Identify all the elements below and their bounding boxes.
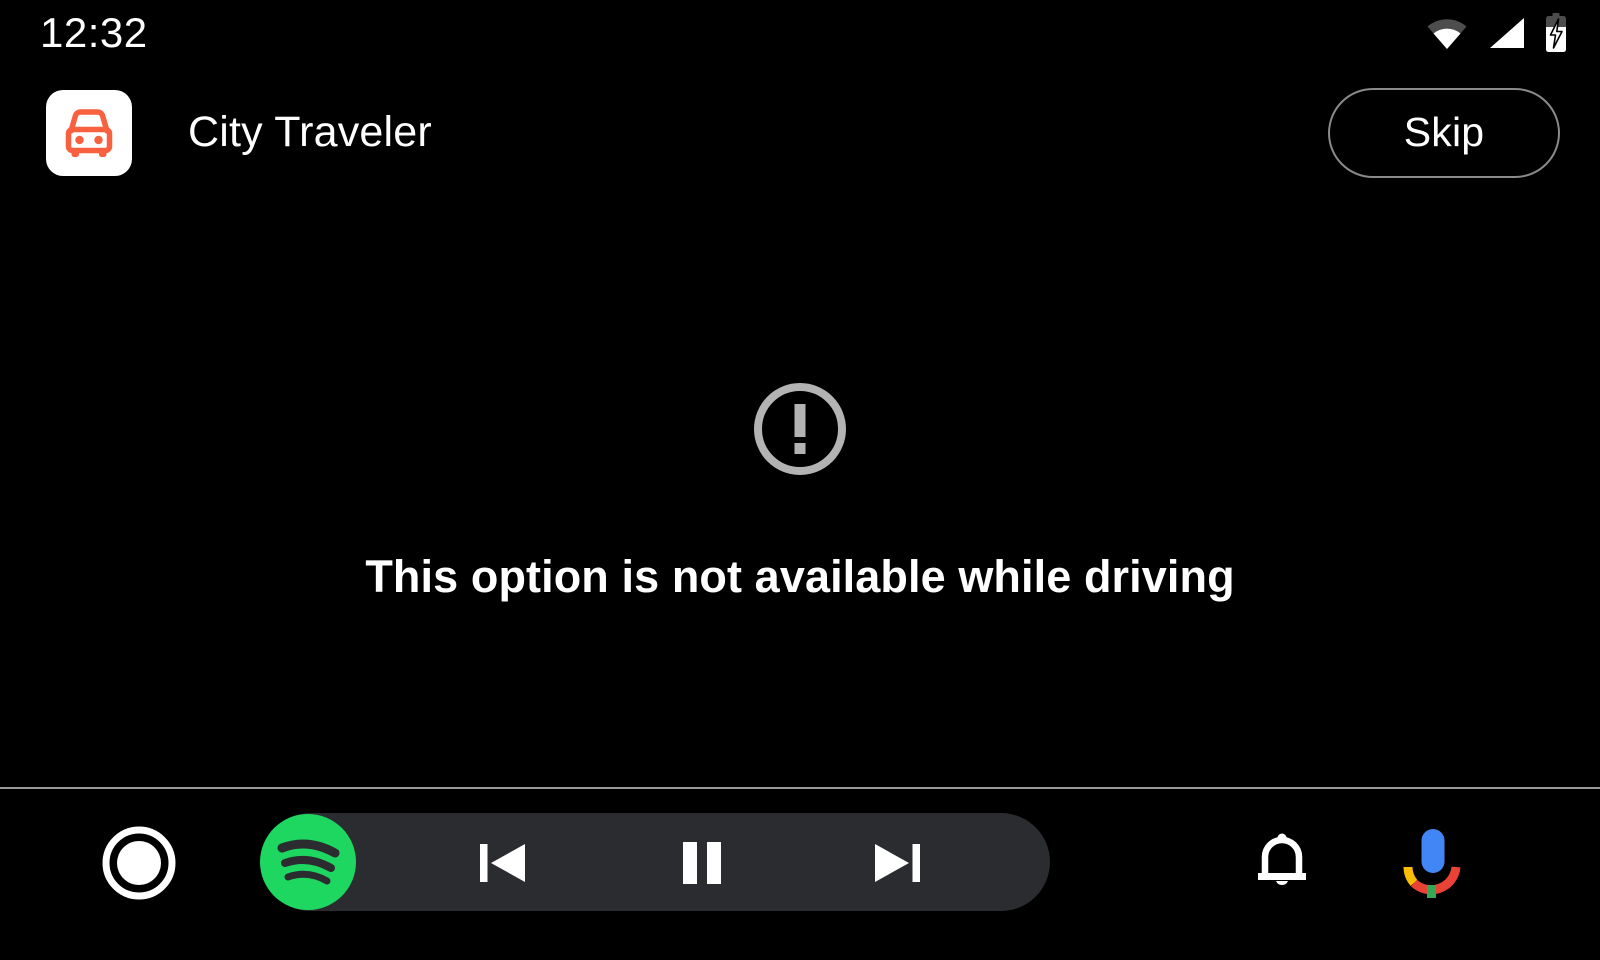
car-app-icon (46, 89, 132, 176)
next-track-button[interactable] (867, 833, 927, 893)
status-clock: 12:32 (40, 9, 148, 56)
notifications-bell-icon[interactable] (1251, 831, 1313, 893)
previous-track-button[interactable] (473, 833, 533, 893)
home-button[interactable] (102, 826, 176, 900)
skip-button[interactable]: Skip (1328, 87, 1560, 178)
error-message: This option is not available while drivi… (365, 551, 1235, 602)
pause-button[interactable] (672, 833, 732, 893)
cellular-signal-icon (1486, 16, 1526, 50)
battery-charging-icon (1544, 13, 1568, 53)
main-content: This option is not available while drivi… (0, 195, 1600, 787)
status-bar: 12:32 (0, 0, 1600, 66)
wifi-icon (1426, 16, 1468, 50)
app-title: City Traveler (188, 108, 432, 156)
google-assistant-mic-icon[interactable] (1400, 827, 1462, 899)
media-controls-pill (261, 813, 1050, 911)
status-icon-group (1426, 13, 1568, 53)
error-exclamation-circle-icon (750, 379, 850, 479)
app-header: City Traveler Skip (0, 70, 1600, 195)
spotify-app-button[interactable] (258, 812, 358, 912)
